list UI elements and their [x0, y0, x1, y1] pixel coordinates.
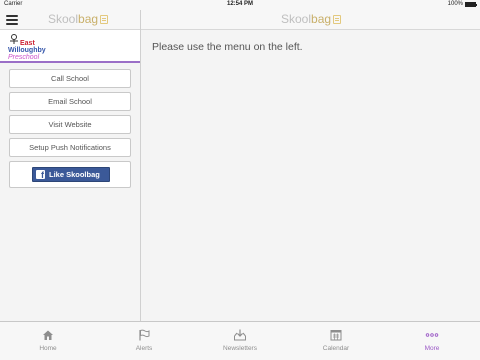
- brand-logo: Skool bag: [48, 12, 109, 26]
- home-icon: [43, 330, 53, 340]
- facebook-icon: f: [36, 170, 45, 179]
- setup-push-notifications-button[interactable]: Setup Push Notifications: [9, 138, 131, 157]
- tab-label: Alerts: [135, 345, 153, 352]
- book-icon: [333, 14, 342, 24]
- sidebar-navbar: Skool bag: [0, 10, 140, 30]
- visit-website-button[interactable]: Visit Website: [9, 115, 131, 134]
- detail-navbar: Skool bag: [141, 10, 480, 30]
- like-container: f Like Skoolbag: [9, 161, 131, 188]
- sidebar: East Willoughby Preschool Call School Em…: [0, 30, 140, 321]
- school-name-line2: Willoughby: [8, 47, 46, 54]
- detail-pane: Please use the menu on the left.: [141, 30, 480, 321]
- tab-calendar[interactable]: Calendar: [288, 322, 384, 360]
- brand-text-part2: bag: [78, 12, 99, 26]
- like-skoolbag-button[interactable]: f Like Skoolbag: [32, 167, 110, 182]
- flag-icon: [139, 329, 150, 341]
- tab-alerts[interactable]: Alerts: [96, 322, 192, 360]
- tab-label: More: [424, 345, 440, 352]
- school-logo: East Willoughby Preschool: [0, 30, 140, 63]
- action-list: Call School Email School Visit Website S…: [9, 69, 131, 188]
- battery-percent: 100%: [447, 1, 463, 7]
- tab-more[interactable]: More: [384, 322, 480, 360]
- tab-home[interactable]: Home: [0, 322, 96, 360]
- like-button-label: Like Skoolbag: [49, 170, 100, 179]
- battery-icon: [465, 1, 477, 7]
- brand-text-part2: bag: [311, 12, 332, 26]
- email-school-button[interactable]: Email School: [9, 92, 131, 111]
- tab-label: Calendar: [322, 345, 350, 352]
- hamburger-menu-icon[interactable]: [6, 13, 18, 27]
- placeholder-message: Please use the menu on the left.: [152, 41, 303, 53]
- school-name-line1: East: [20, 40, 35, 47]
- tab-newsletters[interactable]: Newsletters: [192, 322, 288, 360]
- more-dots-icon: [425, 333, 439, 337]
- calendar-icon: [330, 330, 342, 341]
- tab-label: Home: [39, 345, 57, 352]
- clock: 12:54 PM: [226, 1, 253, 7]
- brand-logo: Skool bag: [281, 12, 342, 26]
- status-bar: Carrier 12:54 PM 100%: [0, 0, 480, 10]
- call-school-button[interactable]: Call School: [9, 69, 131, 88]
- tab-label: Newsletters: [223, 345, 257, 352]
- brand-text-part1: Skool: [281, 12, 312, 26]
- school-name: East Willoughby Preschool: [8, 40, 46, 61]
- tab-bar: Home Alerts Newsletters Calendar More: [0, 321, 480, 360]
- download-tray-icon: [234, 329, 246, 341]
- school-name-line3: Preschool: [8, 54, 40, 61]
- battery-status: 100%: [447, 1, 477, 7]
- brand-text-part1: Skool: [48, 12, 79, 26]
- battery-fill: [466, 2, 475, 6]
- book-icon: [100, 14, 109, 24]
